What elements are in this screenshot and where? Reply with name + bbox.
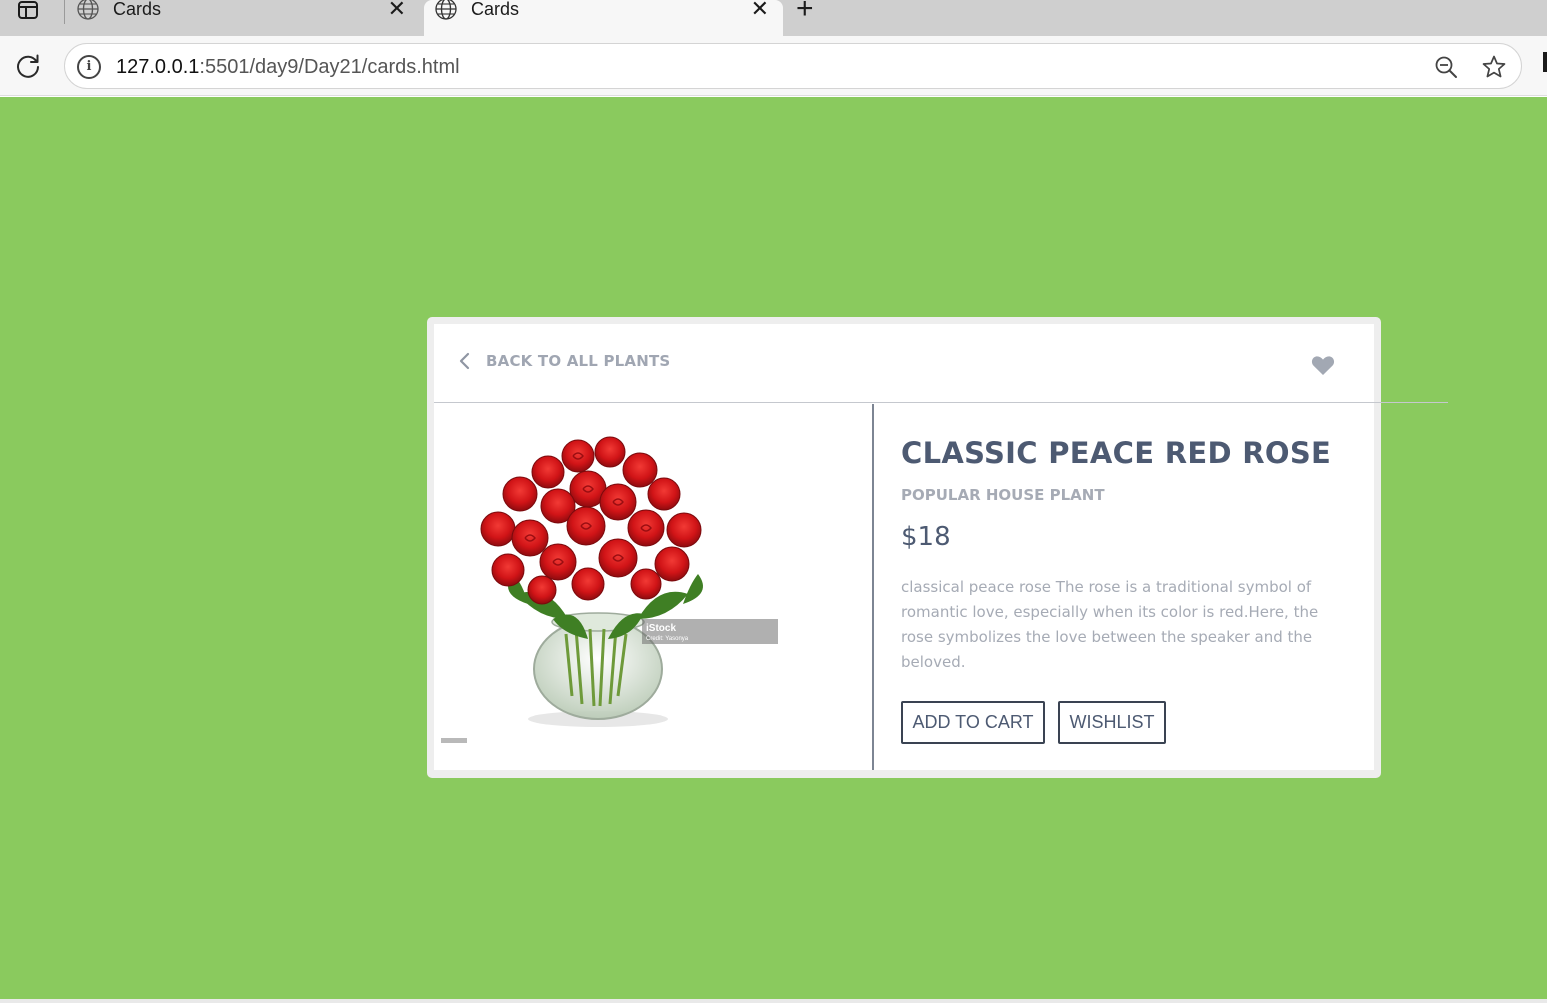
product-description: classical peace rose The rose is a tradi… [901,578,1319,671]
back-to-all-plants-link[interactable]: BACK TO ALL PLANTS [458,352,670,370]
url-host: 127.0.0.1 [116,56,200,78]
tab-actions-icon [18,1,38,19]
new-tab-icon[interactable]: + [796,0,814,24]
site-info-icon[interactable]: i [77,55,101,79]
heart-icon[interactable] [1311,354,1335,376]
product-image: iStock Credit: Yasonya [480,436,778,727]
tab-title: Cards [471,0,520,19]
globe-icon [77,0,99,20]
toolbar-edge [1543,52,1547,72]
zoom-out-icon[interactable] [1433,54,1459,80]
column-divider [872,404,874,770]
url-path: :5501/day9/Day21/cards.html [199,56,460,78]
address-bar[interactable]: i 127.0.0.1:5501/day9/Day21/cards.html [64,43,1522,89]
add-to-cart-button[interactable]: ADD TO CART [901,701,1045,744]
product-title: CLASSIC PEACE RED ROSE [901,436,1332,470]
globe-icon [435,0,457,20]
reload-icon[interactable] [14,52,42,80]
tab-separator [64,0,65,24]
image-badge [441,738,467,743]
browser-toolbar: i 127.0.0.1:5501/day9/Day21/cards.html [0,36,1547,96]
product-card-body: BACK TO ALL PLANTS iStock Credit: Yasony… [434,324,1374,770]
tab-strip: Cards ✕ Cards ✕ + [0,0,1547,36]
back-link-label: BACK TO ALL PLANTS [486,352,671,370]
watermark-credit: Credit: Yasonya [646,636,689,642]
star-icon[interactable] [1481,54,1507,80]
tab-title: Cards [113,0,162,19]
page-bottom-edge [0,999,1547,1003]
product-subtitle: POPULAR HOUSE PLANT [901,486,1105,504]
card-header-divider [434,402,1448,403]
product-card: BACK TO ALL PLANTS iStock Credit: Yasony… [427,317,1381,778]
chevron-left-icon [459,352,470,370]
tab-actions-button[interactable] [8,0,48,26]
url-text[interactable]: 127.0.0.1:5501/day9/Day21/cards.html [116,55,460,79]
tab-cards-2[interactable]: Cards ✕ [424,0,783,36]
close-icon[interactable]: ✕ [751,0,769,20]
watermark-text: iStock [646,623,676,634]
product-price: $18 [901,522,951,552]
close-icon[interactable]: ✕ [388,0,406,20]
wishlist-button[interactable]: WISHLIST [1058,701,1166,744]
tab-cards-1[interactable]: Cards ✕ [66,0,420,36]
